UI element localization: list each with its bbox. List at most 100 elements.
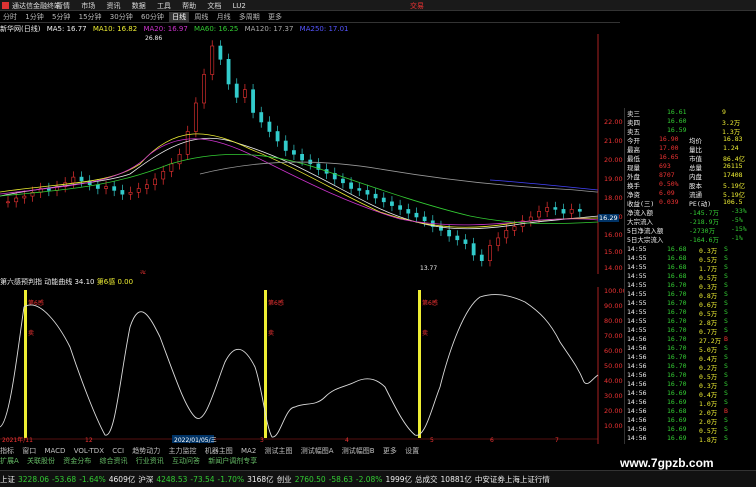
y-tick: 21.00 (604, 137, 623, 145)
indicator-tab[interactable]: 更多 (383, 447, 397, 455)
candle-body (414, 212, 419, 218)
sell-label: 卖 (268, 330, 274, 337)
candle-body (398, 205, 403, 210)
tick-row: 14:55 16.70 0.7万 S (627, 326, 755, 336)
tick-price: 16.68 (667, 407, 687, 415)
extension-tab[interactable]: 扩展A (0, 457, 19, 465)
menu-item[interactable]: 数据 (132, 1, 146, 11)
tab-period[interactable]: 月线 (214, 12, 234, 22)
tab-period[interactable]: 15分钟 (76, 12, 105, 22)
extension-tabs: 扩展A 关联股份 资金分布 综合资讯 行业资讯 互动问答 新闻户调剂专享 (0, 456, 600, 465)
indicator-tab[interactable]: MACD (44, 447, 65, 455)
tick-side: B (724, 335, 728, 343)
tick-time: 14:55 (627, 308, 647, 316)
tick-side: S (724, 272, 728, 280)
indicator-tab[interactable]: 趋势动力 (132, 447, 160, 455)
candle-body (300, 154, 304, 161)
candlestick-chart[interactable]: 26.86 13.77 涨 (0, 34, 600, 274)
indicator-tab[interactable]: VOL-TDX (74, 447, 104, 455)
menu-item[interactable]: 行情 (56, 1, 70, 11)
menu-item[interactable]: 工具 (157, 1, 171, 11)
tick-side: S (724, 380, 728, 388)
extension-tab[interactable]: 关联股份 (27, 457, 55, 465)
indicator-tab[interactable]: CCI (112, 447, 124, 455)
tick-side: S (724, 371, 728, 379)
tick-side: S (724, 425, 728, 433)
indicator-tab[interactable]: 主力监控 (169, 447, 197, 455)
x-label: 4 (345, 437, 349, 444)
tick-row: 14:55 16.70 0.3万 S (627, 281, 755, 291)
candle-body (234, 83, 239, 98)
menu-item[interactable]: 市场 (81, 1, 95, 11)
indicator-name[interactable]: 第六感预判指 (0, 278, 42, 286)
indicator-tab[interactable]: MA2 (241, 447, 256, 455)
menu-item[interactable]: 文档 (207, 1, 221, 11)
stat-row: 今开 16.90 均价 16.83 (627, 135, 755, 145)
indicator-tab[interactable]: 指标 (0, 447, 14, 455)
extension-tab[interactable]: 行业资讯 (136, 457, 164, 465)
extension-tab[interactable]: 综合资讯 (100, 457, 128, 465)
signal-bar (418, 290, 421, 438)
tab-period[interactable]: 1分钟 (22, 12, 46, 22)
flow-row: 大宗流入 -218.9万 -5% (627, 216, 755, 226)
menu-item[interactable]: 资讯 (106, 1, 120, 11)
candle-body (259, 112, 264, 123)
indicator-tab[interactable]: 机器主图 (205, 447, 233, 455)
trade-button[interactable]: 交易 (410, 1, 424, 11)
candle-body (512, 226, 517, 231)
menu-item[interactable]: LU2 (233, 2, 246, 10)
tab-period[interactable]: 更多 (265, 12, 285, 22)
tab-period-active[interactable]: 日线 (169, 12, 190, 22)
candle-body (496, 237, 501, 246)
candle-body (193, 102, 198, 132)
stat-value: 0.039 (659, 198, 679, 206)
indicator-tab[interactable]: 测试幅图A (301, 447, 334, 455)
flow-row: 净流入额 -145.7万 -33% (627, 207, 755, 217)
x-label-cursor: 2022/01/05/三 (174, 437, 217, 444)
extension-tab[interactable]: 新闻户调剂专享 (208, 457, 257, 465)
tick-side: S (724, 263, 728, 271)
tick-time: 14:56 (627, 353, 647, 361)
tab-period[interactable]: 60分钟 (138, 12, 167, 22)
candle-body (373, 193, 378, 199)
extension-tab[interactable]: 互动问答 (172, 457, 200, 465)
ask-price: 16.60 (667, 117, 687, 125)
ma-legend: 新华网(日线) MA5: 16.77 MA10: 16.82 MA20: 16.… (0, 24, 352, 34)
tick-price: 16.70 (667, 335, 687, 343)
candle-body (341, 178, 345, 184)
candle-body (14, 197, 19, 203)
ind-value: 0.00 (117, 278, 134, 286)
indicator-chart[interactable]: 第6感 第6感 第6感 卖 卖 卖 2021年/11 12 2022/01/05… (0, 287, 600, 444)
tick-row: 14:56 16.68 2.0万 B (627, 407, 755, 417)
y-tick: 60.00 (604, 347, 623, 355)
ask-row: 卖四 16.60 3.2万 (627, 117, 755, 127)
tab-period[interactable]: 30分钟 (107, 12, 136, 22)
tick-price: 16.69 (667, 425, 687, 433)
indicator-tab[interactable]: 测试幅图B (342, 447, 375, 455)
ticker-item: 4609亿 (108, 475, 136, 484)
candle-body (357, 188, 362, 191)
indicator-tab[interactable]: 测试主图 (265, 447, 293, 455)
candle-body (537, 211, 541, 218)
ma10-label: MA10: 16.82 (92, 25, 138, 33)
extension-tab[interactable]: 资金分布 (63, 457, 91, 465)
tab-period[interactable]: 周线 (191, 12, 211, 22)
candle-body (381, 197, 386, 203)
tab-period[interactable]: 多周期 (236, 12, 263, 22)
tick-row: 14:55 16.68 0.3万 S (627, 245, 755, 255)
indicator-tab[interactable]: 窗口 (22, 447, 36, 455)
stat-row: 换手 0.50% 股本 5.19亿 (627, 180, 755, 190)
flow-row: 5日净流入额 -2730万 -15% (627, 225, 755, 235)
tick-side: B (724, 407, 728, 415)
tab-period[interactable]: 5分钟 (49, 12, 73, 22)
menu-item[interactable]: 帮助 (182, 1, 196, 11)
tick-price: 16.70 (667, 326, 687, 334)
tick-time: 14:56 (627, 335, 647, 343)
ma120-label: MA120: 17.37 (244, 25, 294, 33)
tab-period[interactable]: 分时 (0, 12, 20, 22)
indicator-tab[interactable]: 设置 (405, 447, 419, 455)
tick-price: 16.68 (667, 245, 687, 253)
flow-value: -164.6万 (689, 236, 719, 244)
x-label: 12 (85, 437, 93, 444)
tick-time: 14:56 (627, 425, 647, 433)
